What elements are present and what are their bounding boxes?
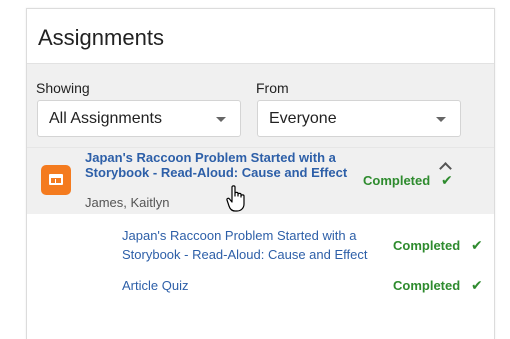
hand-cursor-icon (226, 185, 245, 212)
from-select-value: Everyone (269, 109, 337, 127)
sub-item-title-link[interactable]: Article Quiz (122, 276, 188, 295)
panel-title: Assignments (38, 24, 164, 50)
assignment-students: James, Kaitlyn (85, 195, 170, 210)
showing-select[interactable]: All Assignments (37, 100, 241, 137)
showing-label: Showing (36, 80, 90, 96)
showing-select-value: All Assignments (49, 109, 162, 127)
check-icon: ✔ (471, 277, 483, 293)
sub-item-status: Completed (393, 278, 461, 293)
from-label: From (256, 80, 289, 96)
filters-bar: Showing All Assignments From Everyone (27, 64, 494, 148)
book-icon (41, 165, 71, 195)
chevron-down-icon (216, 117, 226, 122)
sub-item-title-link[interactable]: Japan's Raccoon Problem Started with a S… (122, 226, 384, 264)
sub-item-status: Completed (393, 238, 461, 253)
chevron-down-icon (436, 117, 446, 122)
check-icon: ✔ (471, 237, 483, 253)
check-icon: ✔ (441, 172, 453, 188)
assignment-title-link[interactable]: Japan's Raccoon Problem Started with a S… (85, 150, 357, 180)
from-select[interactable]: Everyone (257, 100, 461, 137)
assignment-status: Completed (363, 173, 431, 188)
panel-header: Assignments (27, 9, 494, 64)
